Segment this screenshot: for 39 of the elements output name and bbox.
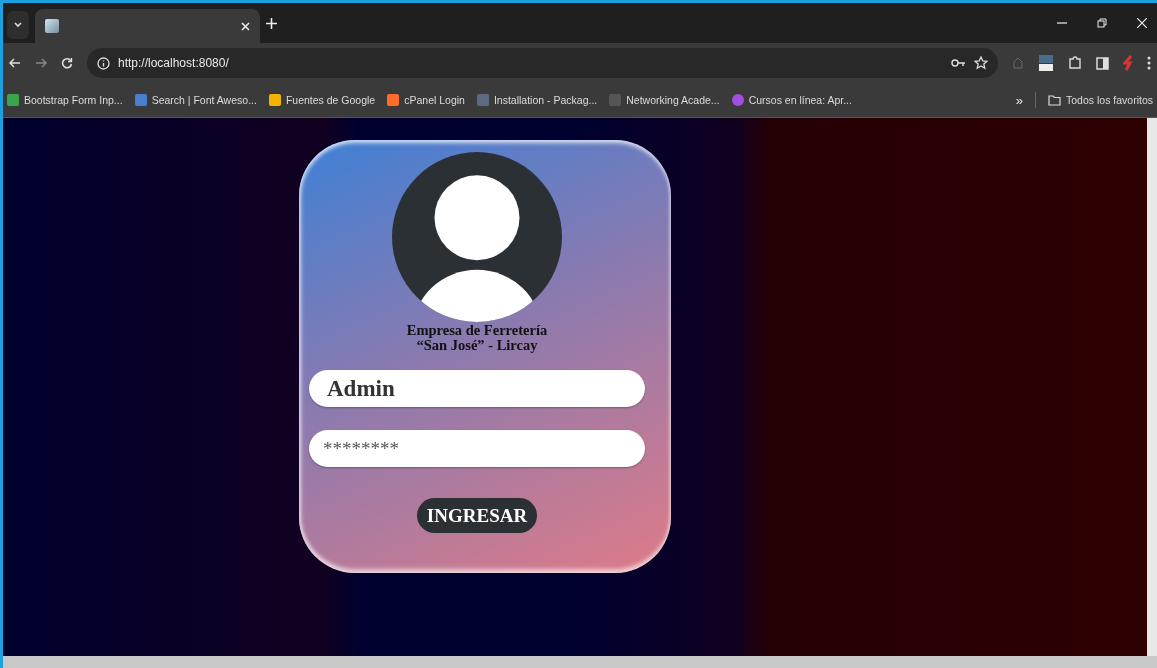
bookmark-item[interactable]: cPanel Login <box>387 94 465 106</box>
close-icon[interactable] <box>241 21 250 31</box>
bookmark-icon <box>476 94 489 106</box>
company-name: Empresa de Ferretería “San José” - Lircay <box>406 323 548 353</box>
bookmarks-overflow-button[interactable]: » <box>1015 92 1024 108</box>
favicon-icon <box>45 19 59 33</box>
chevron-down-icon[interactable] <box>13 20 23 30</box>
bookmark-icon <box>731 94 744 106</box>
bookmark-item[interactable]: Networking Acade... <box>609 94 720 106</box>
restore-icon[interactable] <box>1097 18 1107 28</box>
browser-tab[interactable] <box>35 9 260 43</box>
back-icon[interactable] <box>9 57 21 69</box>
reload-icon[interactable] <box>61 57 73 69</box>
bookmark-item[interactable]: Search | Font Aweso... <box>134 94 257 106</box>
side-panel-icon[interactable] <box>1096 56 1109 70</box>
login-button[interactable]: INGRESAR <box>416 498 538 533</box>
bookmark-icon <box>609 94 622 106</box>
bookmark-item[interactable]: Fuentes de Google <box>268 94 376 106</box>
bookmark-icon <box>7 94 19 106</box>
bookmark-icon <box>268 94 281 106</box>
username-field[interactable]: Admin <box>309 370 645 407</box>
bookmark-item[interactable]: Bootstrap Form Inp... <box>7 94 123 106</box>
all-bookmarks-folder[interactable]: Todos los favoritos <box>1048 94 1153 106</box>
new-tab-icon[interactable] <box>266 17 277 29</box>
password-field[interactable]: ******** <box>309 430 645 467</box>
horizontal-scrollbar[interactable] <box>3 656 1157 668</box>
address-bar[interactable]: http://localhost:8080/ <box>87 48 998 78</box>
folder-icon <box>1048 94 1062 106</box>
star-icon[interactable] <box>974 56 988 70</box>
bookmark-item[interactable]: Cursos en línea: Apr... <box>731 94 852 106</box>
url-text: http://localhost:8080/ <box>118 56 230 70</box>
more-icon[interactable] <box>1147 56 1151 70</box>
close-icon[interactable] <box>1137 18 1147 28</box>
bookmark-item[interactable]: Installation - Packag... <box>476 94 598 106</box>
info-icon <box>97 56 110 70</box>
bookmark-icon <box>134 94 147 106</box>
bookmark-icon <box>387 94 400 106</box>
key-icon[interactable] <box>951 58 966 68</box>
forward-icon[interactable] <box>35 57 47 69</box>
